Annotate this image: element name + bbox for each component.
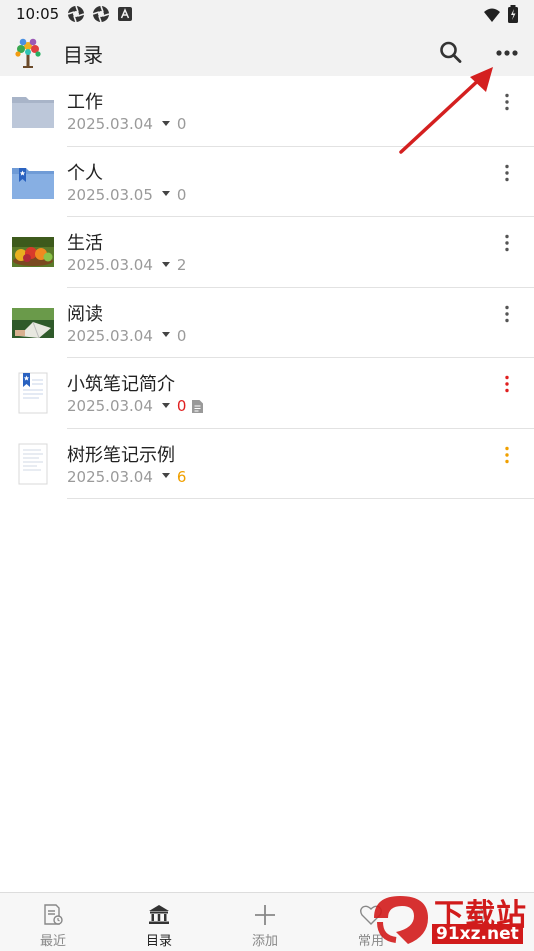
- expand-caret-icon[interactable]: [161, 402, 170, 408]
- item-name: 个人: [67, 162, 103, 184]
- status-time: 10:05: [16, 5, 60, 23]
- item-date: 2025.03.05: [67, 185, 153, 204]
- nav-recent[interactable]: 最近: [0, 893, 106, 951]
- item-count: 0: [176, 326, 187, 345]
- watermark-logo: 下载站 91xz.net: [362, 888, 534, 950]
- battery-icon: [508, 5, 518, 23]
- aperture-icon: [67, 5, 85, 23]
- reading-photo-thumbnail: [12, 307, 54, 338]
- item-count: 2: [176, 256, 187, 274]
- expand-caret-icon[interactable]: [161, 120, 170, 126]
- wifi-icon: [484, 8, 500, 22]
- item-date: 2025.03.04: [67, 326, 153, 345]
- list-item[interactable]: 阅读 2025.03.04 0: [0, 288, 534, 358]
- folder-icon: [12, 97, 54, 128]
- page-title: 目录: [63, 43, 103, 67]
- document-icon: [192, 399, 204, 413]
- item-meta: 2025.03.04 6: [67, 468, 186, 486]
- status-bar: 10:05: [0, 0, 534, 30]
- item-date: 2025.03.04: [67, 467, 153, 486]
- watermark-emblem-icon: [374, 896, 428, 944]
- item-count: 6: [176, 467, 187, 486]
- item-name: 小筑笔记简介: [67, 374, 175, 395]
- list-item[interactable]: 小筑笔记简介 2025.03.04 0: [0, 358, 534, 429]
- item-count: 0: [176, 185, 187, 204]
- item-date: 2025.03.04: [67, 115, 153, 133]
- more-vertical-icon[interactable]: [498, 374, 516, 394]
- item-name: 工作: [67, 92, 103, 113]
- divider: [67, 498, 534, 499]
- nav-label: 添加: [251, 934, 278, 949]
- expand-caret-icon[interactable]: [161, 261, 170, 267]
- item-meta: 2025.03.04 0: [67, 397, 204, 415]
- item-count: 0: [176, 397, 187, 415]
- expand-caret-icon[interactable]: [161, 332, 170, 337]
- item-date: 2025.03.04: [67, 397, 153, 415]
- more-vertical-icon[interactable]: [498, 92, 516, 112]
- text-a-icon: [118, 7, 132, 21]
- folder-bookmark-icon: [12, 167, 54, 199]
- nav-label: 最近: [39, 934, 66, 949]
- item-name: 树形笔记示例: [67, 444, 175, 466]
- item-meta: 2025.03.04 0: [67, 327, 186, 345]
- catalog-list: 工作 2025.03.04 0 个人 2025.03.05 0 生活 2025.…: [0, 76, 534, 499]
- watermark-url: 91xz.net: [432, 924, 523, 944]
- item-date: 2025.03.04: [67, 256, 153, 274]
- nav-label: 目录: [145, 934, 172, 949]
- search-icon[interactable]: [436, 38, 466, 68]
- item-name: 阅读: [67, 303, 103, 325]
- expand-caret-icon[interactable]: [161, 473, 170, 478]
- library-icon: [149, 905, 169, 924]
- more-vertical-icon[interactable]: [498, 304, 516, 324]
- note-icon: [18, 443, 48, 484]
- item-meta: 2025.03.04 0: [67, 115, 186, 133]
- app-bar: 目录: [0, 30, 534, 76]
- more-horizontal-icon[interactable]: [490, 38, 524, 68]
- list-item[interactable]: 个人 2025.03.05 0: [0, 147, 534, 217]
- tree-logo-icon: [15, 38, 41, 68]
- nav-catalog[interactable]: 目录: [106, 893, 212, 951]
- item-name: 生活: [67, 233, 103, 254]
- more-vertical-icon[interactable]: [498, 163, 516, 183]
- expand-caret-icon[interactable]: [161, 191, 170, 196]
- recent-note-icon: [44, 904, 63, 925]
- fruit-photo-thumbnail: [12, 237, 54, 267]
- list-item[interactable]: 工作 2025.03.04 0: [0, 76, 534, 147]
- list-item[interactable]: 树形笔记示例 2025.03.04 6: [0, 429, 534, 499]
- nav-add[interactable]: 添加: [212, 893, 318, 951]
- note-bookmark-icon: [18, 372, 48, 414]
- more-vertical-icon[interactable]: [498, 445, 516, 465]
- list-item[interactable]: 生活 2025.03.04 2: [0, 217, 534, 288]
- more-vertical-icon[interactable]: [498, 233, 516, 253]
- item-meta: 2025.03.04 2: [67, 256, 186, 274]
- plus-icon: [255, 905, 275, 925]
- item-meta: 2025.03.05 0: [67, 186, 186, 204]
- item-count: 0: [176, 115, 187, 133]
- aperture-icon: [92, 5, 110, 23]
